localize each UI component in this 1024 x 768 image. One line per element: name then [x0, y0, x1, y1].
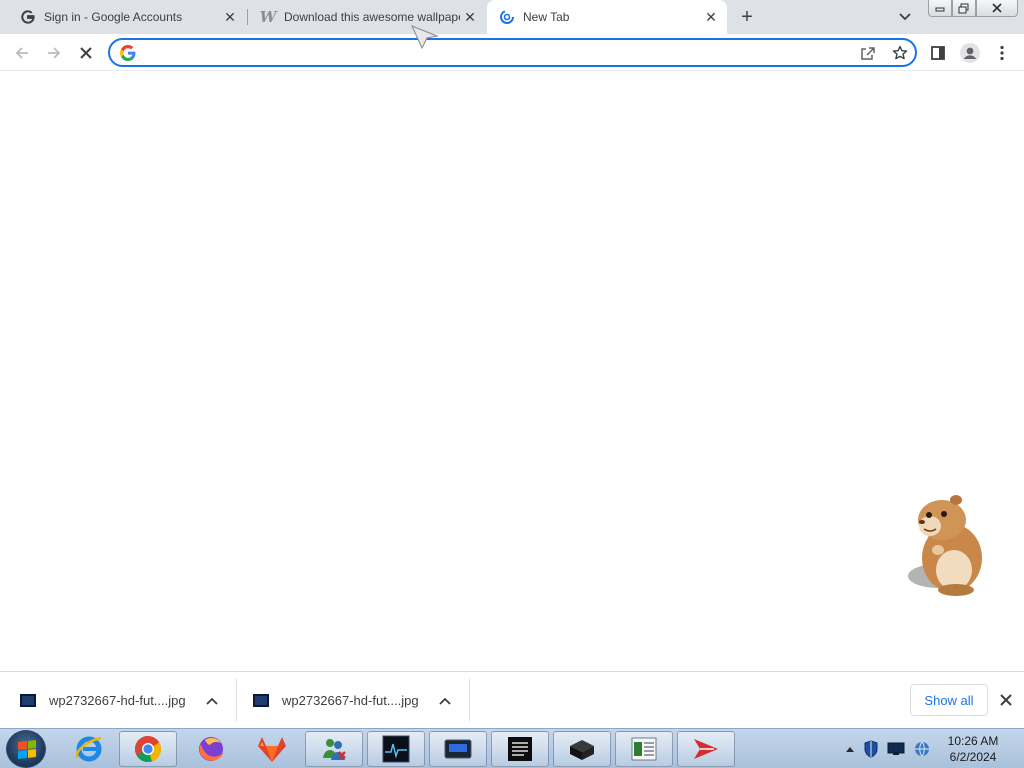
back-arrow-icon [15, 47, 28, 59]
chevron-up-icon [438, 697, 451, 705]
taskbar-display-app[interactable] [429, 731, 487, 767]
taskbar-gitlab[interactable] [243, 731, 301, 767]
taskbar-network-users[interactable] [305, 731, 363, 767]
taskbar-firefox[interactable] [182, 731, 240, 767]
chrome-menu-button[interactable] [989, 40, 1015, 66]
share-button[interactable] [858, 43, 878, 63]
chevron-up-icon [205, 697, 218, 705]
tab-new-tab[interactable]: New Tab ✕ [487, 0, 727, 34]
close-tab-icon[interactable]: ✕ [701, 7, 721, 27]
tab-google-sign-in[interactable]: Sign in - Google Accounts ✕ [8, 0, 246, 34]
download-menu-button[interactable] [204, 693, 220, 709]
windows-logo-icon [18, 740, 36, 759]
taskbar-internet-explorer[interactable] [60, 731, 118, 767]
mouse-cursor-icon [411, 25, 439, 49]
address-bar[interactable] [108, 38, 917, 67]
gitlab-fox-icon [258, 737, 286, 762]
star-icon [892, 45, 908, 60]
activity-monitor-icon [382, 735, 410, 763]
restore-button[interactable] [952, 0, 976, 17]
wallpaper-w-icon: W [259, 8, 277, 26]
system-clock[interactable]: 10:26 AM 6/2/2024 [938, 733, 1008, 765]
tab-title: New Tab [523, 10, 570, 24]
system-tray [845, 739, 931, 759]
firefox-icon [199, 737, 223, 761]
shield-icon[interactable] [863, 740, 879, 758]
address-input[interactable] [144, 43, 824, 63]
chrome-icon [134, 735, 162, 763]
chevron-down-icon [899, 13, 911, 21]
internet-explorer-icon [75, 736, 102, 762]
display-app-icon [444, 739, 472, 759]
google-g-icon [120, 45, 136, 61]
black-box-app-icon [570, 740, 594, 760]
window-controls [928, 0, 1018, 18]
close-tab-icon[interactable]: ✕ [220, 7, 240, 27]
download-item[interactable]: wp2732667-hd-fut....jpg [233, 672, 453, 729]
monitor-icon[interactable] [887, 742, 905, 756]
download-filename: wp2732667-hd-fut....jpg [49, 693, 186, 708]
avatar-icon [960, 43, 980, 63]
new-tab-button[interactable]: + [735, 5, 759, 29]
minimize-button[interactable] [928, 0, 952, 17]
browser-toolbar [0, 34, 1024, 71]
stop-icon [80, 47, 92, 59]
show-hidden-icons-icon[interactable] [845, 745, 855, 753]
network-globe-icon[interactable] [913, 740, 931, 758]
download-menu-button[interactable] [437, 693, 453, 709]
taskbar-spreadsheet-app[interactable] [615, 731, 673, 767]
image-file-icon [20, 694, 36, 707]
start-button[interactable] [6, 730, 46, 768]
back-button[interactable] [9, 40, 35, 66]
taskbar-red-arrow-app[interactable] [677, 731, 735, 767]
taskbar-chrome[interactable] [119, 731, 177, 767]
clock-date: 6/2/2024 [949, 750, 997, 764]
page-content [0, 25, 1024, 671]
bookmark-star-button[interactable] [890, 43, 910, 63]
spreadsheet-app-icon [631, 737, 657, 761]
taskbar-terminal-app[interactable] [491, 731, 549, 767]
close-icon [1000, 694, 1012, 706]
taskbar-black-box-app[interactable] [553, 731, 611, 767]
forward-button[interactable] [41, 40, 67, 66]
side-panel-button[interactable] [925, 40, 951, 66]
forward-arrow-icon [48, 47, 61, 59]
google-g-icon [20, 9, 36, 25]
tab-title: Sign in - Google Accounts [44, 10, 183, 24]
windows-taskbar: 10:26 AM 6/2/2024 [0, 728, 1024, 768]
stop-loading-button[interactable] [73, 40, 99, 66]
tab-wallpaper[interactable]: W Download this awesome wallpaper ✕ [248, 0, 486, 34]
tab-title: Download this awesome wallpaper [284, 10, 460, 24]
tab-search-button[interactable] [893, 5, 917, 29]
clock-time: 10:26 AM [947, 734, 999, 748]
loading-spinner-icon [499, 9, 515, 25]
share-icon [861, 47, 875, 60]
minimize-icon [935, 7, 945, 12]
divider [469, 679, 470, 721]
close-tab-icon[interactable]: ✕ [460, 7, 480, 27]
side-panel-icon [931, 46, 945, 60]
terminal-app-icon [508, 737, 532, 761]
download-filename: wp2732667-hd-fut....jpg [282, 693, 419, 708]
network-users-icon [323, 739, 346, 760]
show-all-downloads-button[interactable]: Show all [910, 684, 988, 716]
close-window-button[interactable] [976, 0, 1018, 17]
tab-strip: Sign in - Google Accounts ✕ W Download t… [0, 0, 1024, 34]
taskbar-activity-monitor[interactable] [367, 731, 425, 767]
red-arrow-app-icon [694, 739, 718, 759]
download-shelf: wp2732667-hd-fut....jpg wp2732667-hd-fut… [0, 671, 1024, 728]
hamster-mascot-icon [908, 495, 982, 596]
close-icon [992, 3, 1002, 13]
restore-icon [958, 3, 969, 13]
image-file-icon [253, 694, 269, 707]
kebab-menu-icon [1000, 45, 1004, 61]
close-shelf-button[interactable] [996, 690, 1016, 710]
download-item[interactable]: wp2732667-hd-fut....jpg [0, 672, 220, 729]
profile-button[interactable] [957, 40, 983, 66]
